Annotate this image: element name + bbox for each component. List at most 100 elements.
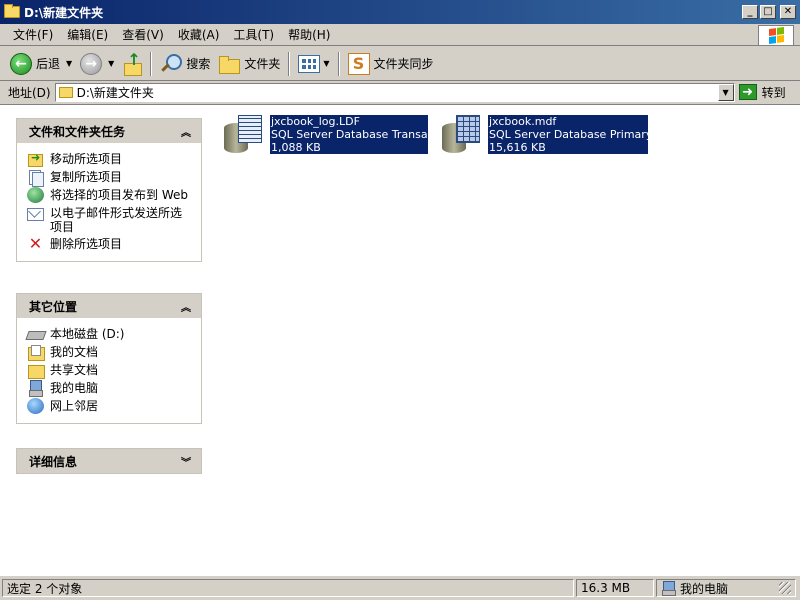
menu-help[interactable]: 帮助(H) — [281, 24, 337, 46]
address-input[interactable]: D:\新建文件夹 ▼ — [54, 82, 735, 102]
my-computer-icon — [661, 581, 676, 596]
file-tasks-header[interactable]: 文件和文件夹任务 ︽ — [17, 119, 201, 143]
file-type: SQL Server Database Primary ... — [489, 128, 648, 141]
status-size: 16.3 MB — [576, 579, 654, 597]
other-places-header[interactable]: 其它位置 ︽ — [17, 294, 201, 318]
address-bar: 地址(D) D:\新建文件夹 ▼ ➜ 转到 — [0, 82, 800, 102]
menu-file[interactable]: 文件(F) — [6, 24, 60, 46]
delete-icon: ✕ — [28, 234, 43, 253]
back-arrow-icon: ← — [10, 52, 32, 75]
task-move[interactable]: 移动所选项目 — [27, 151, 193, 167]
place-shared-documents-label[interactable]: 共享文档 — [50, 363, 98, 377]
task-email-label[interactable]: 以电子邮件形式发送所选项目 — [50, 206, 190, 234]
task-delete-label[interactable]: 删除所选项目 — [50, 237, 122, 251]
task-copy[interactable]: 复制所选项目 — [27, 170, 193, 187]
views-icon — [298, 54, 321, 73]
my-computer-icon — [27, 380, 44, 397]
place-network-label[interactable]: 网上邻居 — [50, 399, 98, 413]
maximize-button[interactable]: □ — [760, 5, 776, 19]
go-arrow-icon: ➜ — [738, 84, 757, 100]
file-size: 15,616 KB — [489, 141, 546, 154]
menu-bar: 文件(F) 编辑(E) 查看(V) 收藏(A) 工具(T) 帮助(H) — [0, 24, 800, 46]
task-move-label[interactable]: 移动所选项目 — [50, 152, 122, 166]
file-name: jxcbook_log.LDF — [271, 115, 360, 128]
status-location-label: 我的电脑 — [680, 581, 729, 596]
drive-icon — [27, 326, 44, 342]
menu-view[interactable]: 查看(V) — [115, 24, 171, 46]
task-delete[interactable]: ✕ 删除所选项目 — [27, 234, 193, 253]
menu-favorites[interactable]: 收藏(A) — [171, 24, 227, 46]
place-my-documents[interactable]: 我的文档 — [27, 345, 193, 361]
task-publish-label[interactable]: 将选择的项目发布到 Web — [50, 188, 190, 202]
address-label: 地址(D) — [8, 85, 51, 100]
file-label[interactable]: jxcbook.mdf SQL Server Database Primary … — [488, 115, 648, 154]
toolbar-separator — [288, 51, 291, 76]
task-publish-web[interactable]: 将选择的项目发布到 Web — [27, 187, 193, 203]
status-location: 我的电脑 — [656, 579, 796, 597]
place-my-computer-label[interactable]: 我的电脑 — [50, 381, 98, 395]
menu-tools[interactable]: 工具(T) — [226, 24, 281, 46]
go-button[interactable]: ➜ 转到 — [738, 84, 786, 101]
address-value[interactable]: D:\新建文件夹 — [77, 84, 718, 101]
move-icon — [27, 151, 44, 167]
back-button[interactable]: ← 后退 ▼ — [6, 50, 76, 78]
back-label: 后退 — [36, 57, 61, 71]
place-network[interactable]: 网上邻居 — [27, 398, 193, 414]
folder-sync-label: 文件夹同步 — [373, 57, 434, 71]
sync-icon: S — [347, 52, 370, 75]
place-local-disk-label[interactable]: 本地磁盘 (D:) — [50, 327, 124, 341]
resize-grip[interactable] — [779, 582, 791, 594]
window-title: D:\新建文件夹 — [24, 5, 104, 20]
file-item[interactable]: jxcbook.mdf SQL Server Database Primary … — [440, 115, 648, 155]
other-places-title: 其它位置 — [29, 299, 78, 314]
place-my-documents-label[interactable]: 我的文档 — [50, 345, 98, 359]
file-size: 1,088 KB — [271, 141, 321, 154]
address-dropdown-icon[interactable]: ▼ — [717, 83, 734, 101]
place-local-disk[interactable]: 本地磁盘 (D:) — [27, 327, 193, 342]
task-copy-label[interactable]: 复制所选项目 — [50, 170, 122, 184]
up-button[interactable] — [118, 50, 146, 78]
details-panel: 详细信息 ︾ — [16, 448, 202, 474]
folder-view[interactable]: 文件和文件夹任务 ︽ 移动所选项目 复制所选项目 将选择的项目发布到 Web 以… — [0, 104, 800, 576]
minimize-button[interactable]: _ — [742, 5, 758, 19]
back-dropdown-icon[interactable]: ▼ — [66, 59, 72, 68]
task-email[interactable]: 以电子邮件形式发送所选项目 — [27, 206, 193, 234]
folders-label: 文件夹 — [244, 57, 281, 71]
folders-icon — [218, 55, 241, 74]
details-header[interactable]: 详细信息 ︾ — [17, 449, 201, 473]
folder-icon — [4, 4, 20, 18]
forward-button[interactable]: → ▼ — [76, 50, 118, 78]
file-name: jxcbook.mdf — [489, 115, 557, 128]
folders-button[interactable]: 文件夹 — [214, 50, 284, 78]
forward-arrow-icon: → — [80, 52, 103, 75]
forward-dropdown-icon[interactable]: ▼ — [108, 59, 114, 68]
status-bar: 选定 2 个对象 16.3 MB 我的电脑 — [0, 576, 800, 600]
toolbar-separator — [150, 51, 153, 76]
views-dropdown-icon[interactable]: ▼ — [323, 59, 329, 68]
place-my-computer[interactable]: 我的电脑 — [27, 380, 193, 397]
folder-sync-button[interactable]: S 文件夹同步 — [344, 50, 438, 78]
collapse-chevron-icon[interactable]: ︽ — [181, 299, 191, 314]
sql-database-file-icon — [440, 115, 484, 155]
file-tasks-panel: 文件和文件夹任务 ︽ 移动所选项目 复制所选项目 将选择的项目发布到 Web 以… — [16, 118, 202, 262]
file-type: SQL Server Database Transac... — [271, 128, 428, 141]
search-icon — [160, 53, 183, 75]
search-button[interactable]: 搜索 — [156, 50, 214, 78]
go-label: 转到 — [761, 85, 786, 100]
menu-edit[interactable]: 编辑(E) — [60, 24, 115, 46]
title-bar[interactable]: D:\新建文件夹 _ □ ✕ — [0, 0, 800, 24]
sql-log-file-icon — [222, 115, 266, 155]
up-folder-icon — [122, 50, 143, 76]
file-item[interactable]: jxcbook_log.LDF SQL Server Database Tran… — [222, 115, 428, 155]
file-tasks-title: 文件和文件夹任务 — [29, 124, 126, 139]
toolbar-separator — [337, 51, 340, 76]
publish-web-icon — [27, 187, 44, 203]
views-button[interactable]: ▼ — [294, 50, 333, 78]
file-label[interactable]: jxcbook_log.LDF SQL Server Database Tran… — [270, 115, 428, 154]
place-shared-documents[interactable]: 共享文档 — [27, 363, 193, 379]
collapse-chevron-icon[interactable]: ︽ — [181, 124, 191, 139]
expand-chevron-icon[interactable]: ︾ — [181, 454, 191, 469]
windows-logo-icon — [758, 25, 794, 46]
other-places-panel: 其它位置 ︽ 本地磁盘 (D:) 我的文档 共享文档 我的电脑 网上邻居 — [16, 293, 202, 424]
close-button[interactable]: ✕ — [780, 5, 796, 19]
